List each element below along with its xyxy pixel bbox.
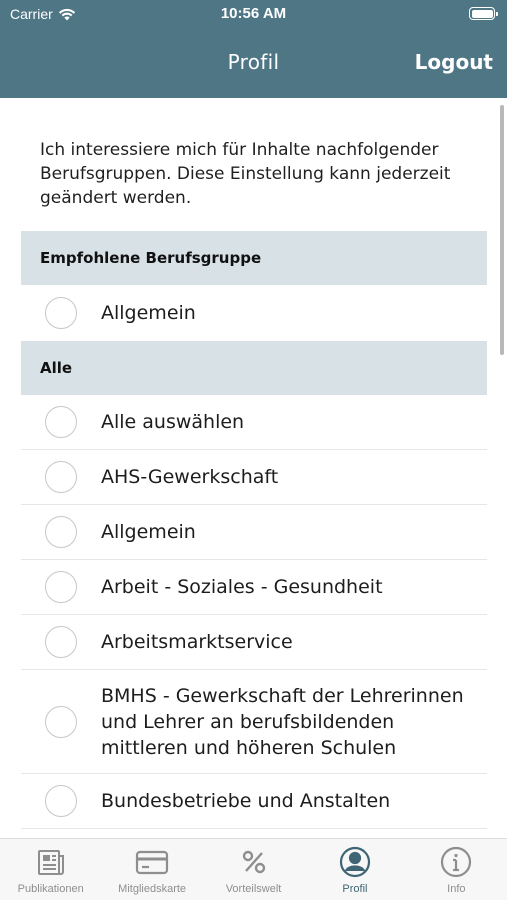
list-item-label: Alle auswählen	[101, 411, 245, 433]
radio-button[interactable]	[45, 406, 77, 438]
tab-info[interactable]: Info	[406, 839, 507, 900]
list-item-label: Allgemein	[101, 302, 196, 324]
section-header-empfohlen: Empfohlene Berufsgruppe	[21, 231, 487, 285]
profile-icon	[338, 845, 372, 879]
info-icon	[439, 845, 473, 879]
tab-publikationen[interactable]: Publikationen	[0, 839, 101, 900]
list-item[interactable]: Alle auswählen	[21, 395, 487, 450]
scrollbar[interactable]	[500, 105, 504, 355]
tab-label: Info	[447, 883, 466, 895]
radio-button[interactable]	[45, 705, 77, 738]
list-item[interactable]: Allgemein	[21, 285, 487, 341]
list-item[interactable]: BMHS - Gewerkschaft der Lehrerinnen und …	[21, 670, 487, 774]
tab-bar: Publikationen Mitgliedskarte Vorteilswel…	[0, 838, 507, 900]
list-item-label: Allgemein	[101, 521, 196, 543]
battery-icon	[469, 7, 498, 20]
intro-text: Ich interessiere mich für Inhalte nachfo…	[40, 140, 451, 208]
list-item-label: Arbeit - Soziales - Gesundheit	[101, 576, 383, 598]
list-item[interactable]: Arbeitsmarktservice	[21, 615, 487, 670]
tab-label: Mitgliedskarte	[118, 883, 187, 895]
radio-button[interactable]	[45, 785, 77, 817]
tab-label: Profil	[342, 883, 368, 895]
clock: 10:56 AM	[220, 5, 287, 22]
logout-button[interactable]: Logout	[415, 50, 493, 74]
tab-vorteilswelt[interactable]: Vorteilswelt	[203, 839, 304, 900]
radio-button[interactable]	[45, 626, 77, 658]
list-item[interactable]: AHS-Gewerkschaft	[21, 450, 487, 505]
percent-icon	[237, 845, 271, 879]
list-item-label: AHS-Gewerkschaft	[101, 466, 279, 488]
navigation-bar: Carrier 10:56 AM Profil Logout	[0, 0, 507, 98]
radio-button[interactable]	[45, 516, 77, 548]
newspaper-icon	[34, 845, 68, 879]
tab-mitgliedskarte[interactable]: Mitgliedskarte	[101, 839, 202, 900]
list-item[interactable]: Allgemein	[21, 505, 487, 560]
radio-button[interactable]	[45, 461, 77, 493]
list-item[interactable]: Bundesbetriebe und Anstalten	[21, 774, 487, 829]
list-item-label: Arbeitsmarktservice	[101, 631, 293, 653]
radio-button[interactable]	[45, 571, 77, 603]
card-icon	[135, 845, 169, 879]
tab-label: Vorteilswelt	[225, 883, 282, 895]
radio-button[interactable]	[45, 297, 77, 329]
section-header-alle: Alle	[21, 341, 487, 395]
list-item-label: BMHS - Gewerkschaft der Lehrerinnen und …	[101, 684, 464, 759]
tab-profil[interactable]: Profil	[304, 839, 405, 900]
list-item[interactable]: Arbeit - Soziales - Gesundheit	[21, 560, 487, 615]
profile-content[interactable]: Ich interessiere mich für Inhalte nachfo…	[0, 98, 507, 838]
list-item-label: Bundesbetriebe und Anstalten	[101, 790, 391, 812]
tab-label: Publikationen	[17, 883, 84, 895]
status-bar: Carrier 10:56 AM	[0, 0, 507, 30]
